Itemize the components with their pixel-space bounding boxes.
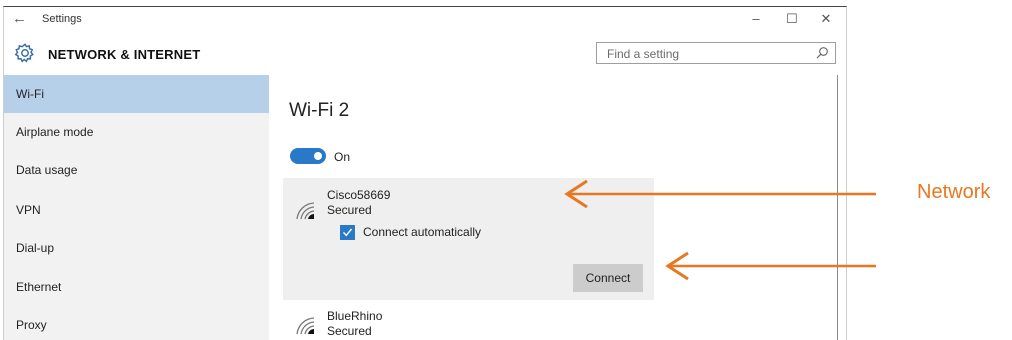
annotation-arrows (564, 179, 876, 281)
annotation-arrow-network (564, 179, 876, 209)
annotation-arrow-connect (665, 251, 876, 281)
